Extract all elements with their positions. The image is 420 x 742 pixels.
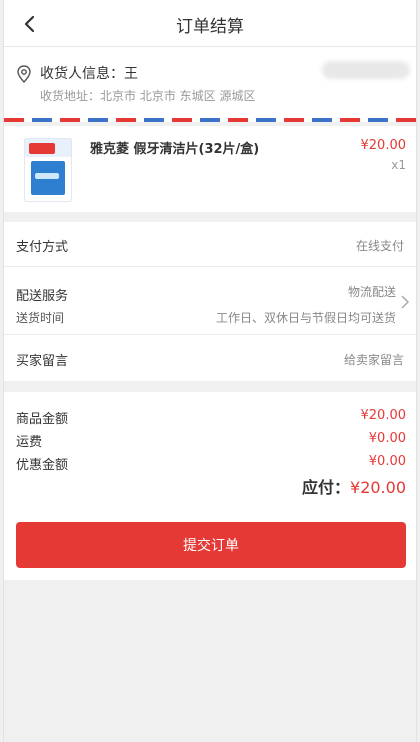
product-price: ¥20.00: [360, 138, 407, 153]
product-image: [24, 138, 72, 202]
total-value: ¥20.00: [350, 478, 406, 497]
product-name: 雅克菱 假牙清洁片(32片/盒): [90, 142, 260, 157]
buyer-message-input[interactable]: 给卖家留言: [344, 351, 404, 368]
payment-method-value: 在线支付: [355, 239, 404, 253]
location-pin-icon: [17, 65, 31, 83]
page-title: 订单结算: [176, 17, 244, 37]
discount-label: 优惠金额: [16, 458, 69, 473]
recipient-phone-blurred: [322, 61, 410, 79]
shipping-fee-value: ¥0.00: [368, 431, 406, 446]
delivery-service-value: 物流配送: [347, 285, 396, 299]
recipient-address: 收货地址：北京市 北京市 东城区 源城区: [40, 89, 256, 103]
total-payable: 应付：¥20.00: [302, 474, 406, 498]
address-divider-stripe: [4, 118, 416, 122]
delivery-time-label: 送货时间: [16, 311, 65, 325]
recipient-name: 收货人信息：王: [40, 66, 138, 82]
delivery-service-label: 配送服务: [16, 289, 69, 304]
chevron-right-icon: [401, 295, 410, 309]
submit-order-button[interactable]: 提交订单: [16, 522, 406, 568]
product-quantity: x1: [391, 158, 406, 172]
goods-amount-label: 商品金额: [16, 412, 69, 427]
header-bar: 订单结算: [4, 0, 416, 47]
discount-value: ¥0.00: [368, 454, 406, 469]
product-item[interactable]: 雅克菱 假牙清洁片(32片/盒) ¥20.00 x1: [4, 126, 416, 212]
delivery-service-row[interactable]: 配送服务 物流配送 送货时间 工作日、双休日与节假日均可送货: [4, 267, 416, 335]
page-frame: 订单结算 收货人信息：王 收货地址：北京市 北京市 东城区 源城区 雅克菱 假牙…: [3, 0, 417, 742]
shipping-fee-label: 运费: [16, 435, 43, 450]
address-section[interactable]: 收货人信息：王 收货地址：北京市 北京市 东城区 源城区: [4, 47, 416, 122]
order-options: 支付方式 在线支付 配送服务 物流配送 送货时间 工作日、双休日与节假日均可送货…: [4, 222, 416, 381]
buyer-message-label: 买家留言: [16, 354, 69, 369]
total-label: 应付：: [302, 478, 351, 497]
delivery-time-value: 工作日、双休日与节假日均可送货: [215, 311, 396, 325]
order-summary: 商品金额 ¥20.00 运费 ¥0.00 优惠金额 ¥0.00 应付：¥20.0…: [4, 392, 416, 580]
buyer-message-row[interactable]: 买家留言 给卖家留言: [4, 335, 416, 381]
payment-method-row[interactable]: 支付方式 在线支付: [4, 222, 416, 267]
goods-amount-value: ¥20.00: [360, 408, 407, 423]
payment-method-label: 支付方式: [16, 240, 69, 255]
